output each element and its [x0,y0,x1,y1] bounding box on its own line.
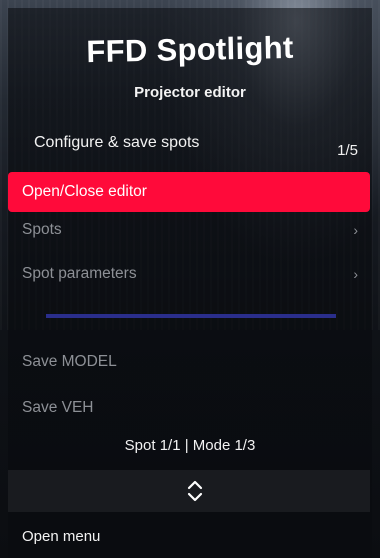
menu-item-label: Save MODEL [22,353,117,370]
spot-mode-status: Spot 1/1 | Mode 1/3 [124,437,256,454]
menu-item-save-model[interactable]: Save MODEL [8,342,370,382]
chevron-right-icon: › [353,222,358,238]
game-scene: FFD Spotlight Projector editor Configure… [0,0,380,558]
up-down-chevron-icon [187,480,203,502]
menu-item-label: Spot parameters [22,265,137,282]
menu-header: FFD Spotlight Projector editor [0,20,380,110]
menu-item-label: Open/Close editor [22,183,147,200]
chevron-right-icon: › [353,266,358,282]
menu-item-save-veh[interactable]: Save VEH [8,388,370,428]
menu-section-title: Configure & save spots [34,134,200,151]
menu-title-banner: FFD Spotlight [86,29,294,70]
menu-item-label: Spots [22,221,62,238]
menu-item-label: Save VEH [22,399,94,416]
menu-separator [46,314,336,318]
menu-item-open-close-editor[interactable]: Open/Close editor [8,172,370,212]
menu-item-counter: 1/5 [337,142,358,159]
menu-scroll-bar[interactable] [8,470,370,512]
menu-item-spots[interactable]: Spots › [8,210,370,250]
menu-subtitle: Projector editor [134,84,246,101]
menu-item-spot-parameters[interactable]: Spot parameters › [8,254,370,294]
open-menu-hint[interactable]: Open menu [22,528,100,545]
